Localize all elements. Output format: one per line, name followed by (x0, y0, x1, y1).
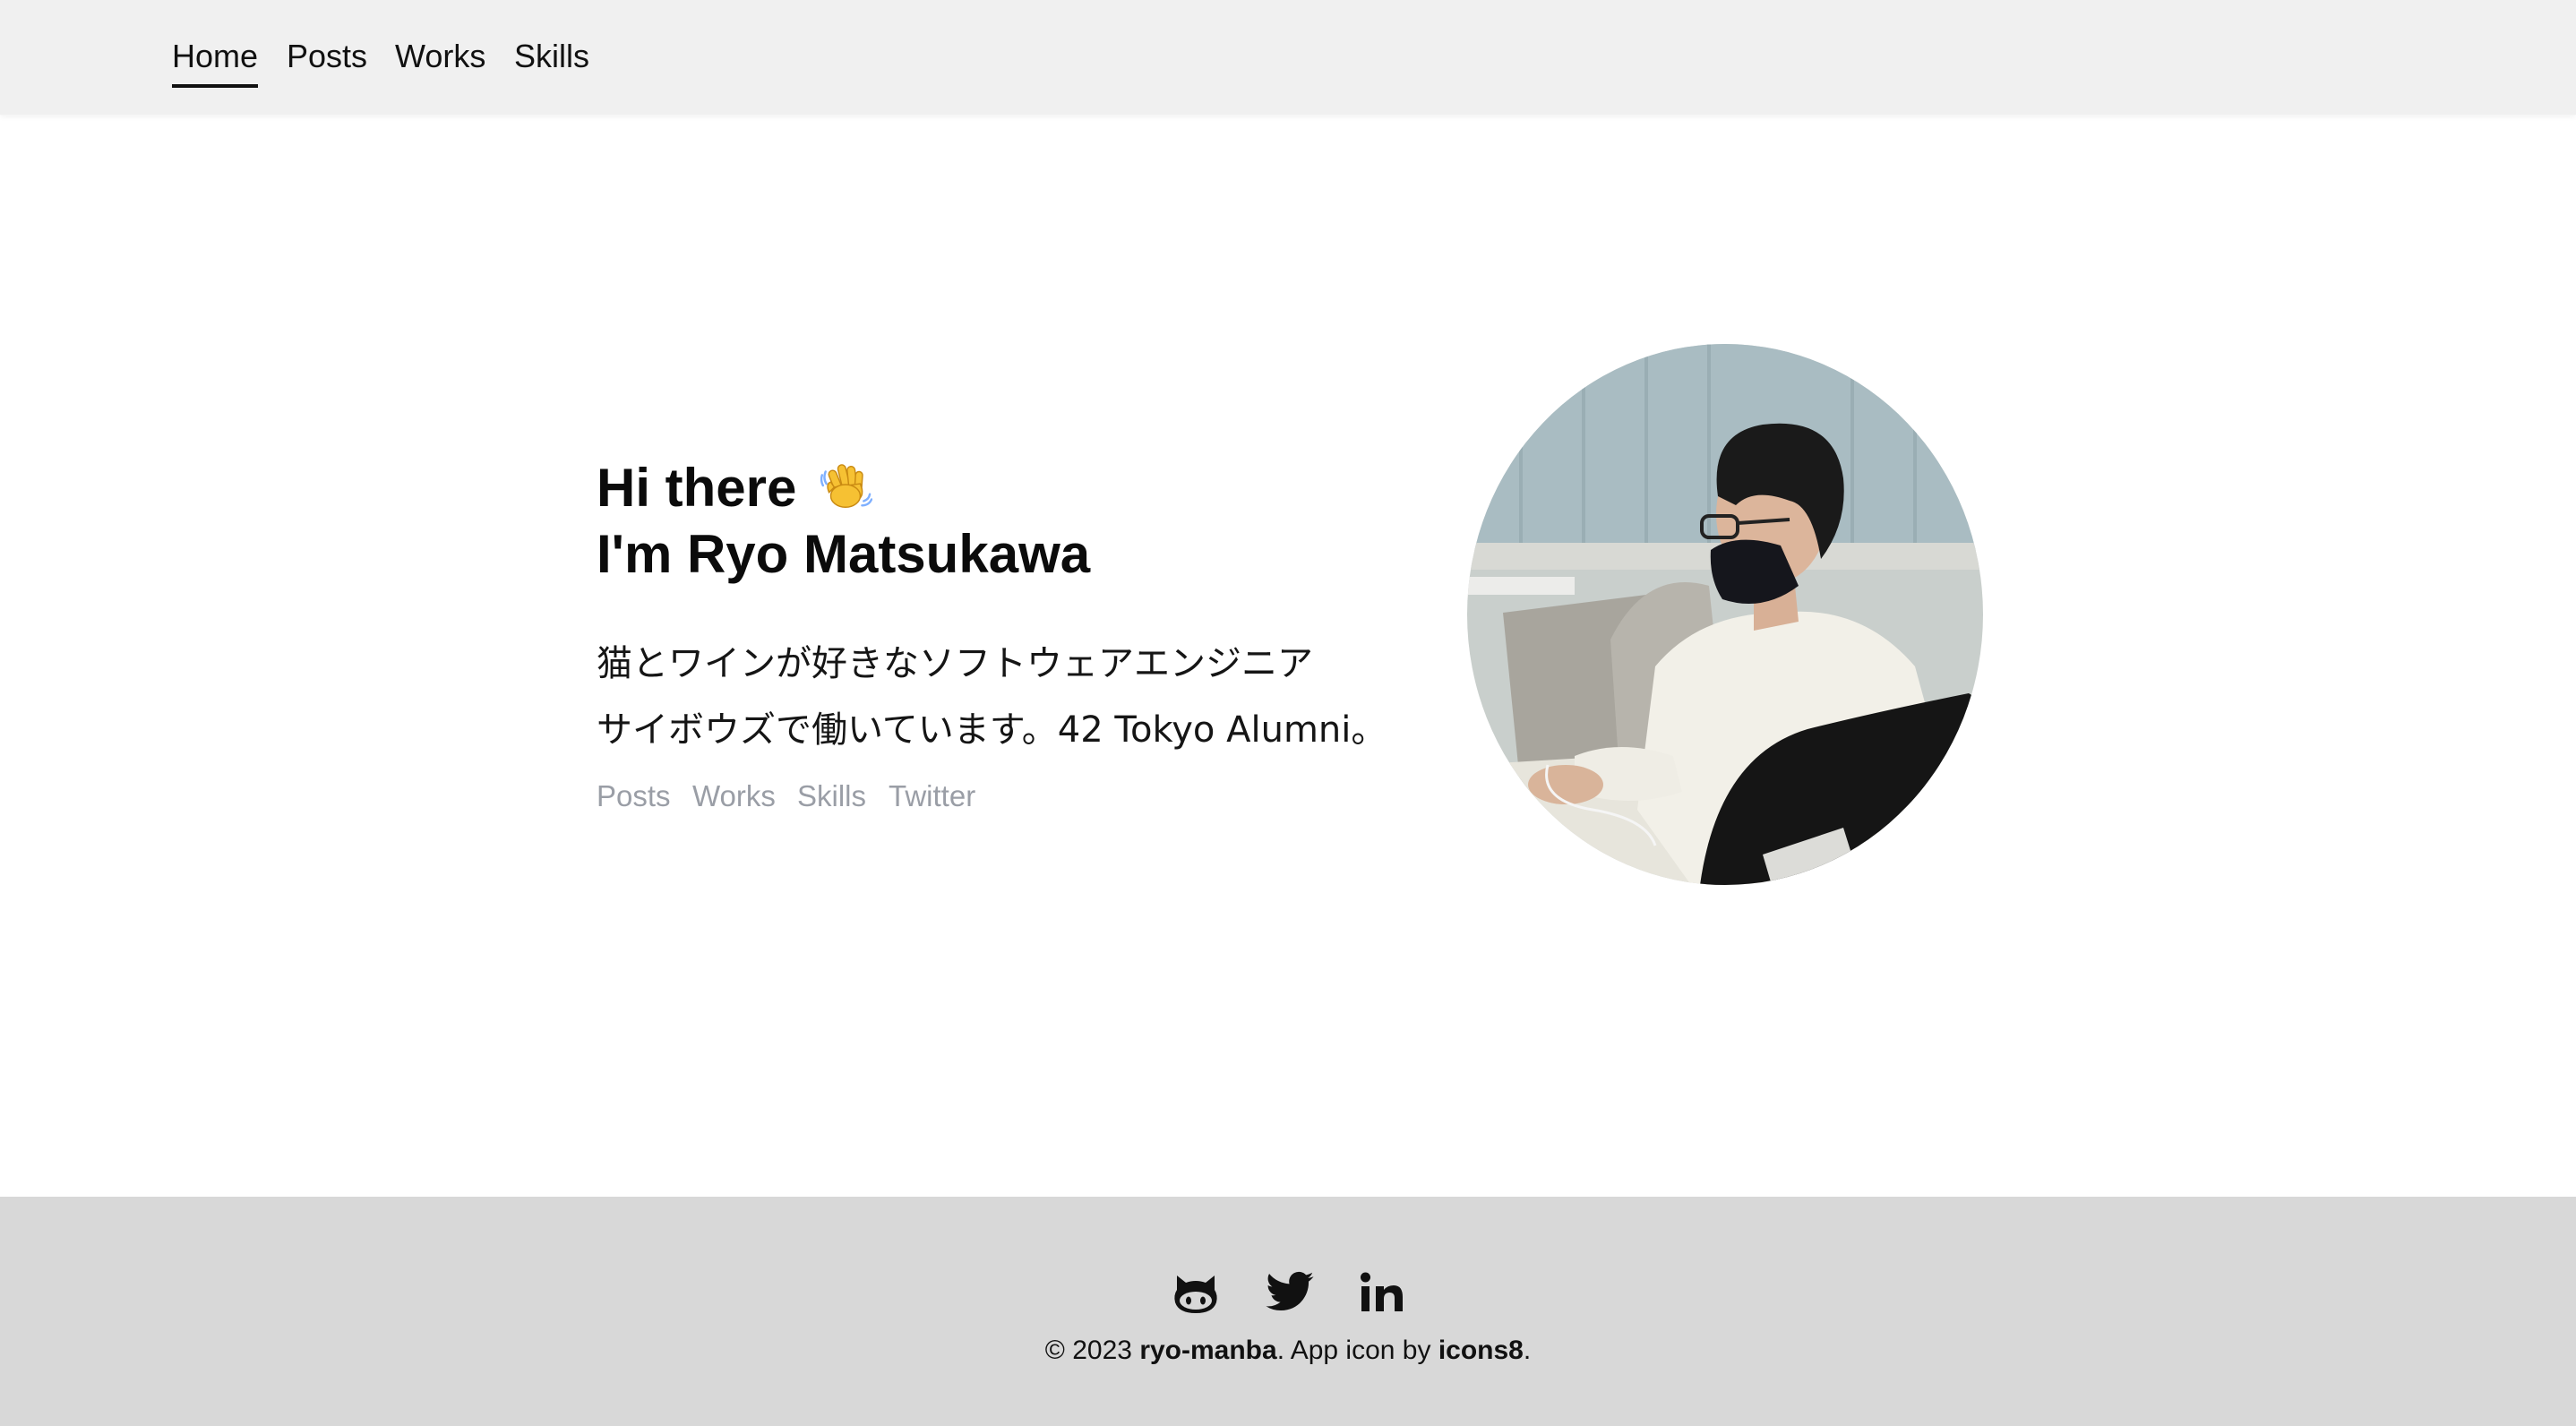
quick-link-works[interactable]: Works (692, 776, 776, 817)
twitter-icon[interactable] (1264, 1267, 1316, 1319)
hero-heading: Hi there I'm Ryo Matsukawa (597, 455, 1090, 588)
quick-link-twitter[interactable]: Twitter (889, 776, 975, 817)
profile-photo (1467, 344, 1983, 885)
copyright-suffix: . (1523, 1336, 1532, 1365)
greeting-text: Hi there (597, 458, 797, 518)
icons8-link[interactable]: icons8 (1438, 1336, 1524, 1365)
author-link[interactable]: ryo-manba (1139, 1336, 1276, 1365)
quick-link-posts[interactable]: Posts (597, 776, 671, 817)
name-heading: I'm Ryo Matsukawa (597, 524, 1091, 584)
nav-posts[interactable]: Posts (287, 34, 367, 84)
copyright-text: © 2023 ryo-manba. App icon by icons8. (0, 1331, 2576, 1370)
nav-works[interactable]: Works (395, 34, 485, 84)
nav-skills[interactable]: Skills (514, 34, 589, 84)
quick-link-skills[interactable]: Skills (797, 776, 866, 817)
top-navigation: Home Posts Works Skills (0, 0, 2576, 115)
github-icon[interactable] (1170, 1267, 1222, 1319)
footer: © 2023 ryo-manba. App icon by icons8. (0, 1197, 2576, 1426)
copyright-middle: . App icon by (1276, 1336, 1438, 1365)
nav-home[interactable]: Home (172, 34, 259, 88)
waving-hand-icon (820, 464, 873, 508)
bio-text: 猫とワインが好きなソフトウェアエンジニア サイボウズで働いています。42 Tok… (597, 631, 1387, 763)
copyright-prefix: © 2023 (1044, 1336, 1140, 1365)
bio-line-2: サイボウズで働いています。42 Tokyo Alumni。 (597, 709, 1387, 751)
bio-line-1: 猫とワインが好きなソフトウェアエンジニア (597, 643, 1313, 684)
linkedin-icon[interactable] (1356, 1267, 1408, 1319)
